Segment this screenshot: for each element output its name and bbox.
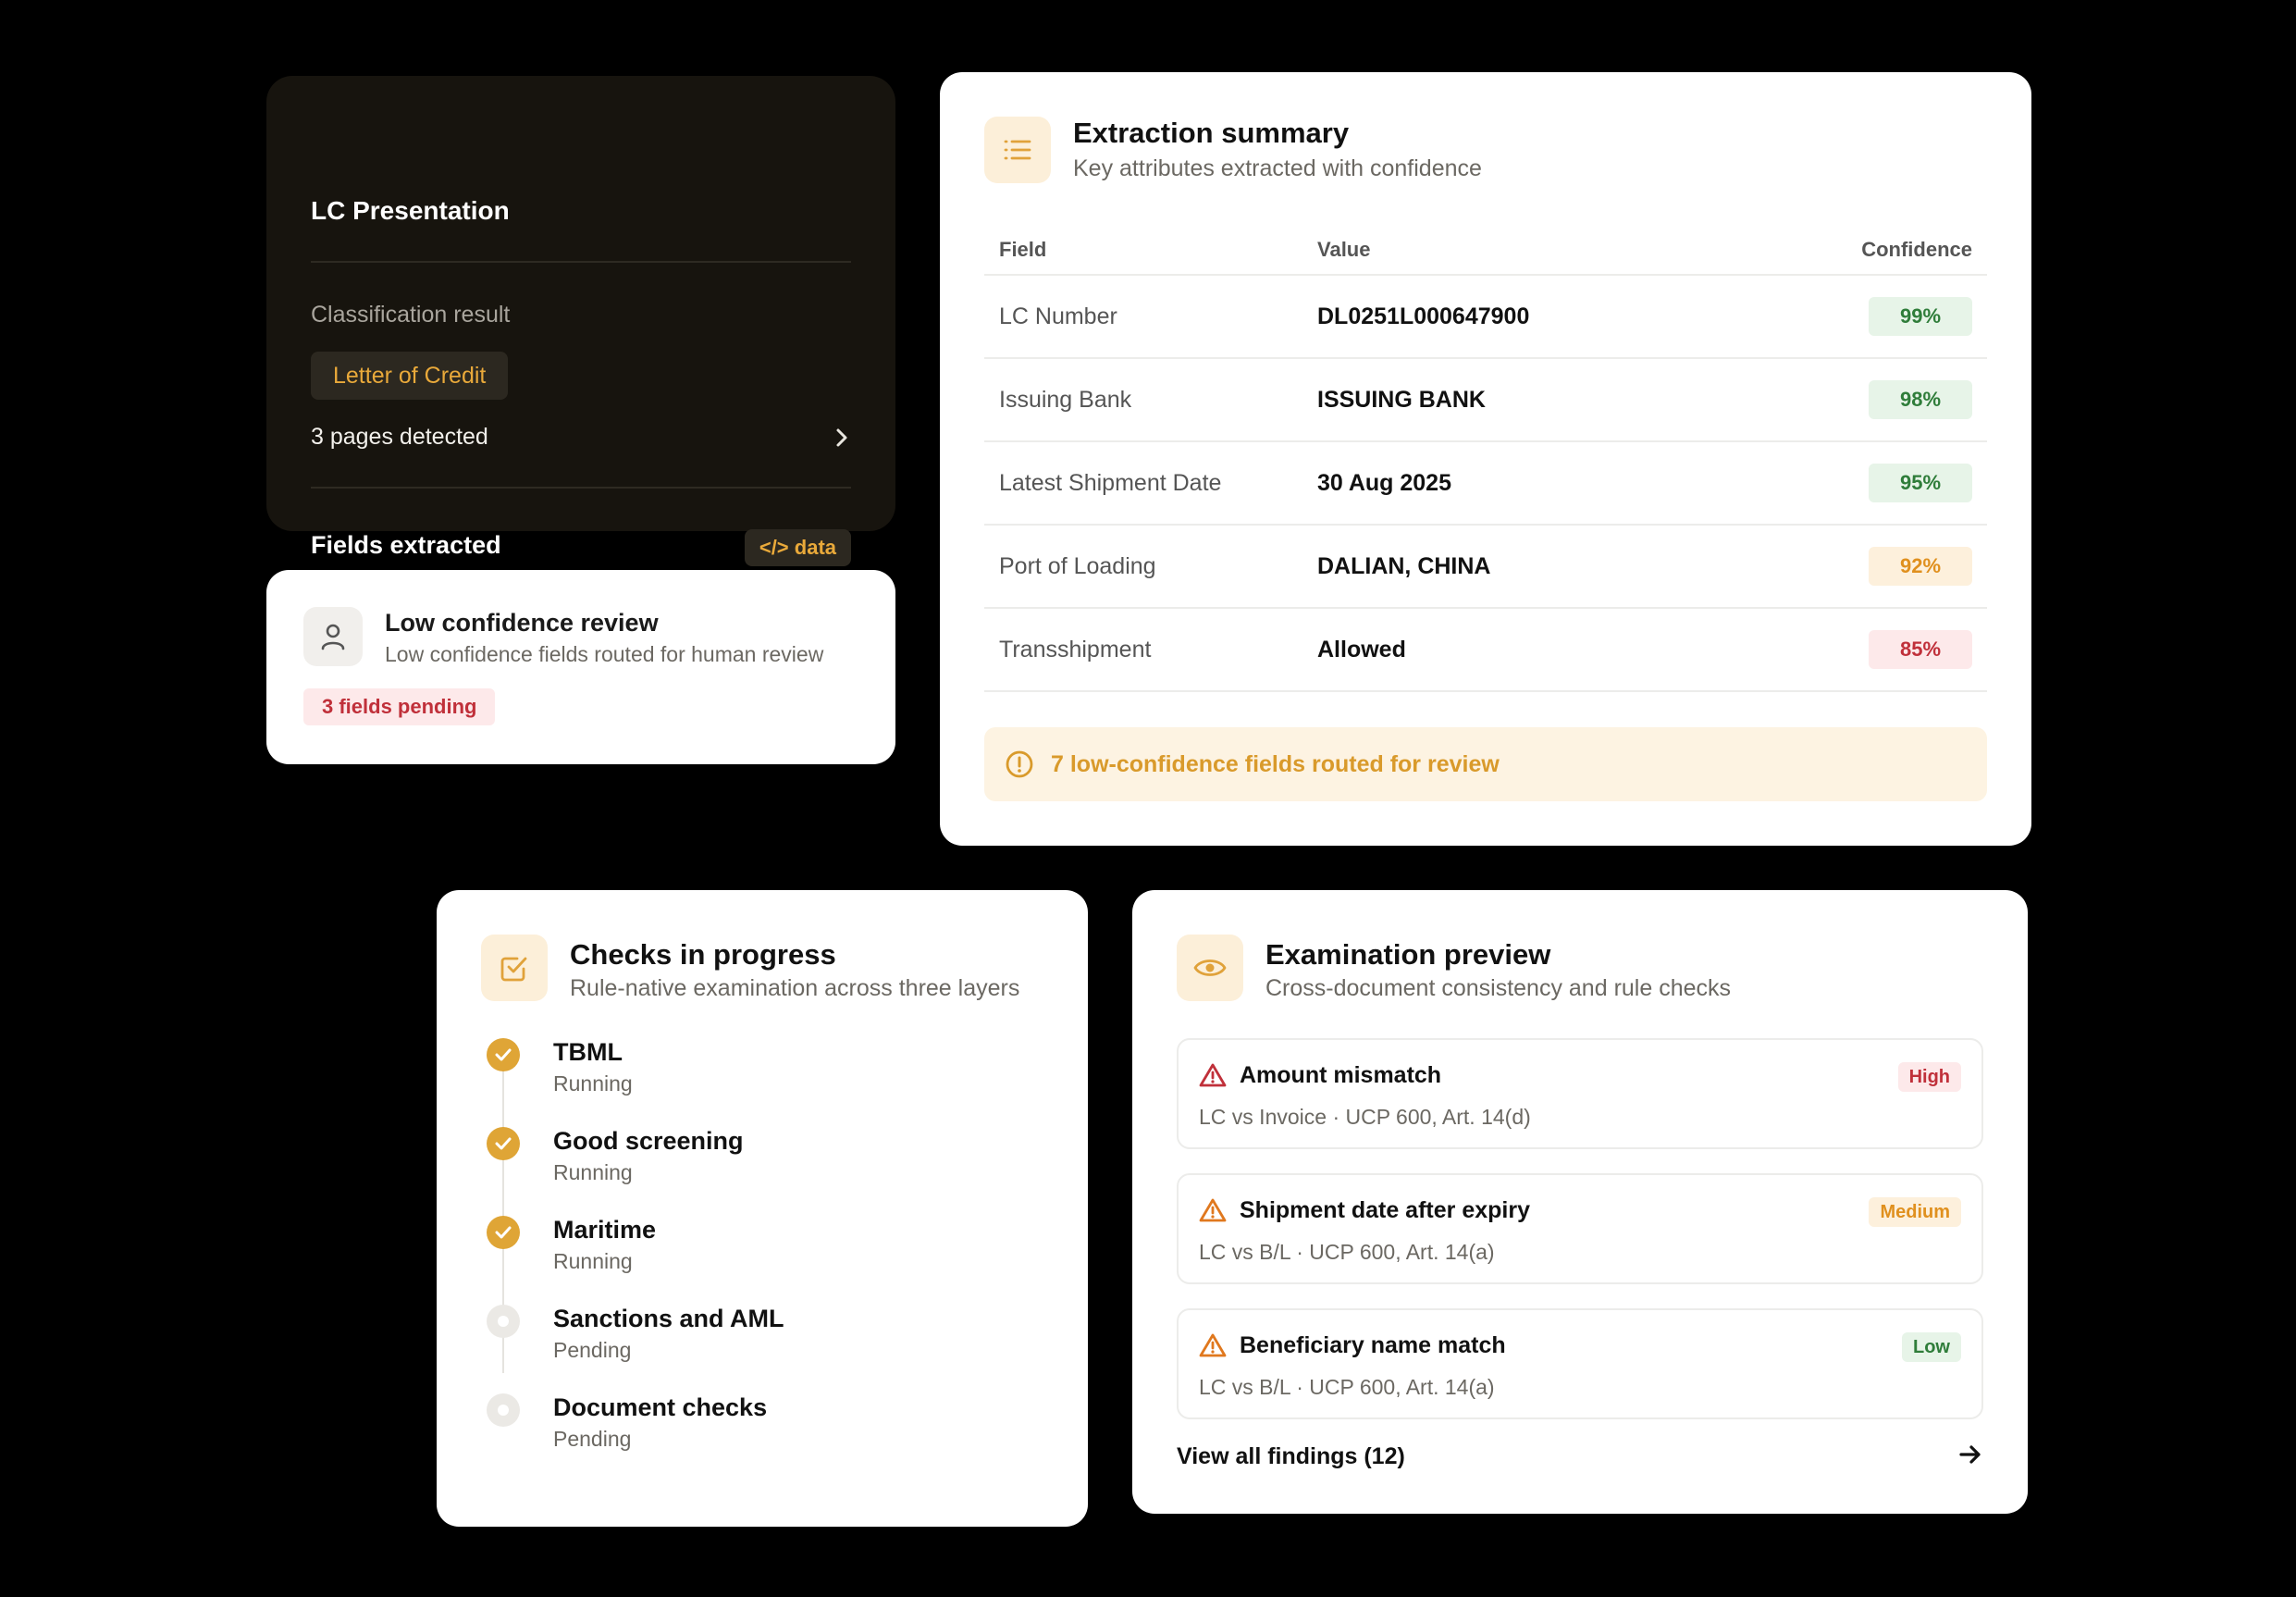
check-done-icon — [487, 1127, 520, 1160]
field-value: Allowed — [1317, 636, 1406, 662]
field-value: DL0251L000647900 — [1317, 303, 1530, 329]
checkbox-icon — [481, 935, 548, 1001]
check-name: Document checks — [553, 1393, 768, 1421]
pages-detected[interactable]: 3 pages detected — [311, 424, 488, 451]
lc-title: LC Presentation — [311, 196, 510, 225]
data-chip[interactable]: </> data — [744, 529, 851, 566]
examination-subtitle: Cross-document consistency and rule chec… — [1265, 975, 1732, 1001]
divider — [311, 487, 851, 489]
severity-badge: High — [1897, 1062, 1961, 1092]
examination-title: Examination preview — [1265, 938, 1551, 971]
check-status: Running — [553, 1071, 633, 1096]
confidence-badge: 99% — [1869, 297, 1972, 336]
table-row[interactable]: Port of Loading DALIAN, CHINA 92% — [984, 526, 1987, 609]
check-done-icon — [487, 1216, 520, 1249]
check-name: Maritime — [553, 1216, 657, 1244]
check-name: Sanctions and AML — [553, 1305, 784, 1332]
review-notice-text: 7 low-confidence fields routed for revie… — [1051, 750, 1500, 777]
finding-title: Beneficiary name match — [1240, 1332, 1506, 1358]
table-row[interactable]: Latest Shipment Date 30 Aug 2025 95% — [984, 442, 1987, 526]
user-icon — [303, 607, 363, 666]
check-name: TBML — [553, 1038, 623, 1066]
check-status: Pending — [553, 1338, 632, 1362]
severity-badge: Low — [1902, 1332, 1961, 1362]
view-all-findings-link[interactable]: View all findings (12) — [1177, 1443, 1405, 1470]
extraction-table: Field Value Confidence LC Number DL0251L… — [984, 226, 1987, 692]
table-row[interactable]: LC Number DL0251L000647900 99% — [984, 276, 1987, 359]
warning-icon — [1199, 1063, 1227, 1087]
checks-title: Checks in progress — [570, 938, 836, 971]
check-status: Running — [553, 1249, 633, 1273]
low-confidence-title: Low confidence review — [385, 609, 659, 637]
low-confidence-subtitle: Low confidence fields routed for human r… — [385, 642, 824, 666]
check-status: Running — [553, 1160, 633, 1184]
chevron-right-icon[interactable] — [833, 424, 851, 452]
list-icon — [984, 117, 1051, 183]
fields-extracted-label: Fields extracted — [311, 531, 501, 559]
warning-icon — [1199, 1333, 1227, 1357]
checks-subtitle: Rule-native examination across three lay… — [570, 975, 1020, 1001]
severity-badge: Medium — [1869, 1197, 1961, 1227]
field-name: Latest Shipment Date — [999, 469, 1222, 496]
finding-title: Shipment date after expiry — [1240, 1197, 1530, 1223]
finding-detail: LC vs B/L · UCP 600, Art. 14(a) — [1199, 1375, 1495, 1399]
extraction-summary-card: Extraction summary Key attributes extrac… — [940, 72, 2031, 846]
field-name: Port of Loading — [999, 552, 1156, 579]
field-name: Transshipment — [999, 636, 1152, 662]
examination-preview-card: Examination preview Cross-document consi… — [1132, 890, 2028, 1514]
header-confidence: Confidence — [1861, 238, 1972, 261]
extraction-title: Extraction summary — [1073, 117, 1350, 149]
review-notice[interactable]: 7 low-confidence fields routed for revie… — [984, 727, 1987, 801]
table-row[interactable]: Issuing Bank ISSUING BANK 98% — [984, 359, 1987, 442]
table-header: Field Value Confidence — [984, 226, 1987, 276]
confidence-badge: 85% — [1869, 630, 1972, 669]
finding-title: Amount mismatch — [1240, 1062, 1442, 1088]
finding-detail: LC vs Invoice · UCP 600, Art. 14(d) — [1199, 1105, 1531, 1129]
confidence-badge: 98% — [1869, 380, 1972, 419]
classification-label: Classification result — [311, 302, 511, 328]
field-name: Issuing Bank — [999, 386, 1132, 413]
header-value: Value — [1317, 238, 1371, 261]
check-done-icon — [487, 1038, 520, 1071]
confidence-badge: 92% — [1869, 547, 1972, 586]
finding-card[interactable]: Shipment date after expiry Medium LC vs … — [1177, 1173, 1983, 1284]
table-row[interactable]: Transshipment Allowed 85% — [984, 609, 1987, 692]
check-status: Pending — [553, 1427, 632, 1451]
lc-presentation-card: LC Presentation Classification result Le… — [266, 76, 895, 566]
finding-card[interactable]: Amount mismatch High LC vs Invoice · UCP… — [1177, 1038, 1983, 1149]
alert-circle-icon — [1006, 750, 1033, 778]
extraction-subtitle: Key attributes extracted with confidence — [1073, 155, 1482, 181]
warning-icon — [1199, 1198, 1227, 1222]
pending-dot-icon — [487, 1305, 520, 1338]
eye-icon — [1177, 935, 1243, 1001]
pending-badge[interactable]: 3 fields pending — [303, 688, 496, 725]
finding-detail: LC vs B/L · UCP 600, Art. 14(a) — [1199, 1240, 1495, 1264]
checks-card: Checks in progress Rule-native examinati… — [437, 890, 1088, 1527]
arrow-right-icon[interactable] — [1957, 1442, 1983, 1467]
pending-dot-icon — [487, 1393, 520, 1427]
low-confidence-card: Low confidence review Low confidence fie… — [266, 570, 895, 764]
field-name: LC Number — [999, 303, 1117, 329]
confidence-badge: 95% — [1869, 464, 1972, 502]
field-value: DALIAN, CHINA — [1317, 552, 1491, 579]
header-field: Field — [999, 238, 1047, 261]
check-name: Good screening — [553, 1127, 744, 1155]
finding-card[interactable]: Beneficiary name match Low LC vs B/L · U… — [1177, 1308, 1983, 1419]
field-value: 30 Aug 2025 — [1317, 469, 1451, 496]
divider — [311, 261, 851, 263]
classification-chip: Letter of Credit — [311, 352, 509, 400]
field-value: ISSUING BANK — [1317, 386, 1486, 413]
